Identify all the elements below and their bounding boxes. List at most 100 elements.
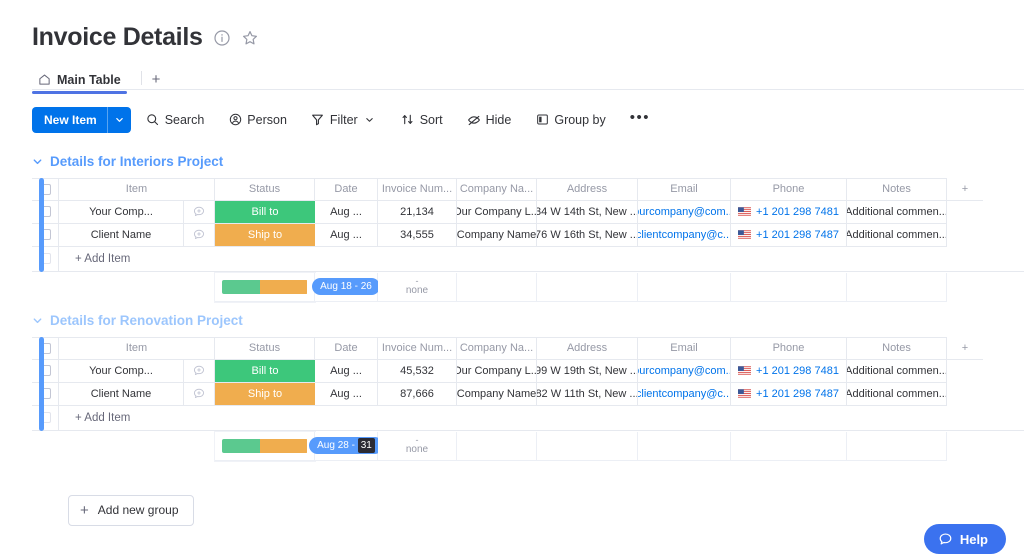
cell-invoice-number[interactable]: 45,532 [378, 359, 457, 383]
column-header-date[interactable]: Date [315, 336, 378, 360]
summary-empty-cell[interactable] [457, 272, 537, 302]
cell-date[interactable]: Aug ... [315, 200, 378, 224]
table-row[interactable]: Your Comp... Bill to Aug ... 21,134 Our Comp… [32, 200, 1024, 224]
column-header-item[interactable]: Item [59, 336, 215, 360]
phone-number[interactable]: +1 201 298 7481 [756, 365, 839, 377]
add-item-row[interactable]: + Add Item [32, 246, 1024, 272]
summary-empty-cell[interactable] [847, 431, 947, 461]
add-update-icon[interactable] [184, 200, 215, 224]
cell-address[interactable]: 82 W 11th St, New ... [537, 382, 638, 406]
cell-item[interactable]: Client Name [59, 382, 184, 406]
cell-company-name[interactable]: Our Company L... [457, 200, 537, 224]
cell-invoice-number[interactable]: 87,666 [378, 382, 457, 406]
summary-empty-cell[interactable] [537, 272, 638, 302]
cell-notes[interactable]: Additional commen... [847, 382, 947, 406]
cell-date[interactable]: Aug ... [315, 223, 378, 247]
add-tab-button[interactable]: + [144, 72, 169, 94]
column-header-status[interactable]: Status [215, 177, 315, 201]
column-header-phone[interactable]: Phone [731, 177, 847, 201]
table-row[interactable]: Client Name Ship to Aug ... 34,555 Company N… [32, 223, 1024, 247]
email-link[interactable]: clientcompany@c... [638, 229, 730, 241]
phone-number[interactable]: +1 201 298 7487 [756, 388, 839, 400]
column-header-email[interactable]: Email [638, 336, 731, 360]
column-header-address[interactable]: Address [537, 177, 638, 201]
toolbar-filter[interactable]: Filter [302, 107, 386, 133]
cell-status[interactable]: Ship to [215, 223, 315, 247]
cell-email[interactable]: ourcompany@com... [638, 359, 731, 383]
cell-invoice-number[interactable]: 21,134 [378, 200, 457, 224]
column-header-item[interactable]: Item [59, 177, 215, 201]
toolbar-sort[interactable]: Sort [392, 107, 452, 133]
summary-empty-cell[interactable] [537, 431, 638, 461]
cell-status[interactable]: Bill to [215, 200, 315, 224]
add-item-button[interactable]: + Add Item [59, 405, 1024, 431]
summary-invoice-number[interactable]: - none [378, 272, 457, 302]
filter-chevron-down-icon[interactable] [363, 113, 377, 127]
summary-empty-cell[interactable] [847, 272, 947, 302]
status-badge[interactable]: Bill to [215, 200, 315, 223]
email-link[interactable]: ourcompany@com... [638, 365, 730, 377]
status-badge[interactable]: Bill to [215, 359, 315, 382]
add-column-button[interactable]: + [947, 336, 983, 360]
column-header-date[interactable]: Date [315, 177, 378, 201]
group-title[interactable]: Details for Interiors Project [50, 154, 223, 169]
add-new-group-button[interactable]: + Add new group [68, 494, 194, 526]
cell-invoice-number[interactable]: 34,555 [378, 223, 457, 247]
summary-date-range[interactable]: Aug 18 - 26 [312, 272, 380, 302]
new-item-button[interactable]: New Item [32, 106, 131, 133]
help-button[interactable]: Help [923, 524, 1006, 554]
cell-item[interactable]: Your Comp... [59, 200, 184, 224]
info-circle-icon[interactable] [213, 29, 231, 47]
column-header-email[interactable]: Email [638, 177, 731, 201]
table-row[interactable]: Your Comp... Bill to Aug ... 45,532 Our Comp… [32, 359, 1024, 383]
summary-empty-cell[interactable] [731, 431, 847, 461]
add-column-button[interactable]: + [947, 177, 983, 201]
cell-item[interactable]: Your Comp... [59, 359, 184, 383]
column-header-notes[interactable]: Notes [847, 336, 947, 360]
star-icon[interactable] [241, 29, 259, 47]
cell-notes[interactable]: Additional commen... [847, 359, 947, 383]
cell-company-name[interactable]: Company Name [457, 382, 537, 406]
date-range-chip[interactable]: Aug 28 - 31 [309, 437, 383, 454]
cell-phone[interactable]: +1 201 298 7487 [731, 223, 847, 247]
cell-address[interactable]: 99 W 19th St, New ... [537, 359, 638, 383]
add-update-icon[interactable] [184, 382, 215, 406]
column-header-phone[interactable]: Phone [731, 336, 847, 360]
status-badge[interactable]: Ship to [215, 382, 315, 405]
cell-notes[interactable]: Additional commen... [847, 200, 947, 224]
summary-empty-cell[interactable] [457, 431, 537, 461]
toolbar-more-button[interactable]: ••• [621, 107, 659, 133]
summary-status-battery[interactable] [215, 272, 315, 302]
column-header-company-name[interactable]: Company Na... [457, 177, 537, 201]
cell-address[interactable]: 76 W 16th St, New ... [537, 223, 638, 247]
table-row[interactable]: Client Name Ship to Aug ... 87,666 Company N… [32, 382, 1024, 406]
cell-email[interactable]: clientcompany@c... [638, 223, 731, 247]
cell-status[interactable]: Bill to [215, 359, 315, 383]
summary-empty-cell[interactable] [638, 431, 731, 461]
add-update-icon[interactable] [184, 223, 215, 247]
cell-email[interactable]: ourcompany@com... [638, 200, 731, 224]
cell-email[interactable]: clientcompany@c... [638, 382, 731, 406]
toolbar-hide[interactable]: Hide [458, 107, 521, 133]
cell-item[interactable]: Client Name [59, 223, 184, 247]
summary-date-range[interactable]: Aug 28 - 31 [309, 431, 383, 461]
column-header-notes[interactable]: Notes [847, 177, 947, 201]
column-header-status[interactable]: Status [215, 336, 315, 360]
cell-phone[interactable]: +1 201 298 7487 [731, 382, 847, 406]
collapse-caret-icon[interactable] [32, 156, 43, 167]
tab-main-table[interactable]: Main Table [32, 73, 133, 94]
phone-number[interactable]: +1 201 298 7481 [756, 206, 839, 218]
column-header-address[interactable]: Address [537, 336, 638, 360]
group-title[interactable]: Details for Renovation Project [50, 313, 243, 328]
toolbar-group-by[interactable]: Group by [526, 107, 614, 133]
summary-empty-cell[interactable] [731, 272, 847, 302]
cell-date[interactable]: Aug ... [315, 382, 378, 406]
cell-company-name[interactable]: Our Company L... [457, 359, 537, 383]
email-link[interactable]: clientcompany@c... [638, 388, 730, 400]
row-checkbox[interactable] [32, 382, 59, 406]
add-item-row[interactable]: + Add Item [32, 405, 1024, 431]
cell-notes[interactable]: Additional commen... [847, 223, 947, 247]
toolbar-person[interactable]: Person [219, 107, 296, 133]
collapse-caret-icon[interactable] [32, 315, 43, 326]
row-checkbox[interactable] [32, 223, 59, 247]
